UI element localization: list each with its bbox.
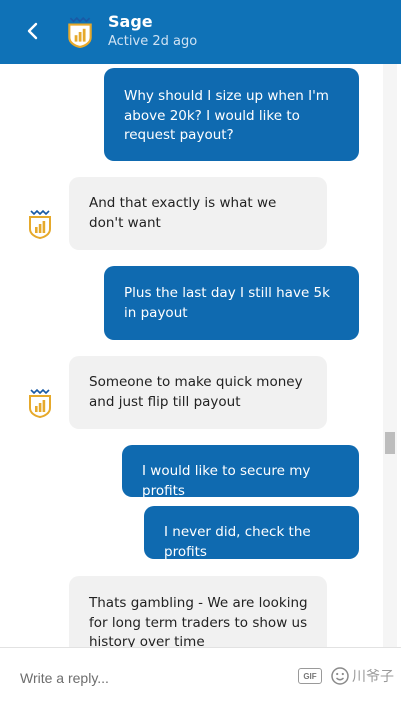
outgoing-message: Why should I size up when I'm above 20k?… bbox=[104, 68, 359, 161]
watermark: 川爷子 bbox=[352, 669, 394, 685]
message-list[interactable]: Why should I size up when I'm above 20k?… bbox=[0, 64, 401, 647]
reply-input[interactable] bbox=[18, 662, 282, 694]
reply-composer: GIF 川爷子 bbox=[0, 647, 401, 707]
gif-button[interactable]: GIF bbox=[298, 668, 322, 684]
scrollbar-track[interactable] bbox=[383, 64, 397, 647]
incoming-message: And that exactly is what we don't want bbox=[69, 177, 327, 250]
incoming-message: Thats gambling - We are looking for long… bbox=[69, 576, 327, 647]
contact-status: Active 2d ago bbox=[108, 34, 198, 49]
outgoing-message: I never did, check the profits bbox=[144, 506, 359, 560]
scrollbar-thumb[interactable] bbox=[385, 432, 395, 454]
chat-header: Sage Active 2d ago bbox=[0, 0, 401, 64]
chevron-left-icon[interactable] bbox=[22, 20, 44, 42]
sage-logo-icon bbox=[66, 16, 94, 48]
outgoing-message: Plus the last day I still have 5k in pay… bbox=[104, 266, 359, 340]
incoming-message: Someone to make quick money and just fli… bbox=[69, 356, 327, 429]
emoji-icon[interactable] bbox=[330, 666, 350, 686]
outgoing-message: I would like to secure my profits bbox=[122, 445, 359, 499]
contact-name: Sage bbox=[108, 12, 153, 31]
sage-avatar-icon bbox=[27, 388, 53, 418]
sage-avatar-icon bbox=[27, 209, 53, 239]
